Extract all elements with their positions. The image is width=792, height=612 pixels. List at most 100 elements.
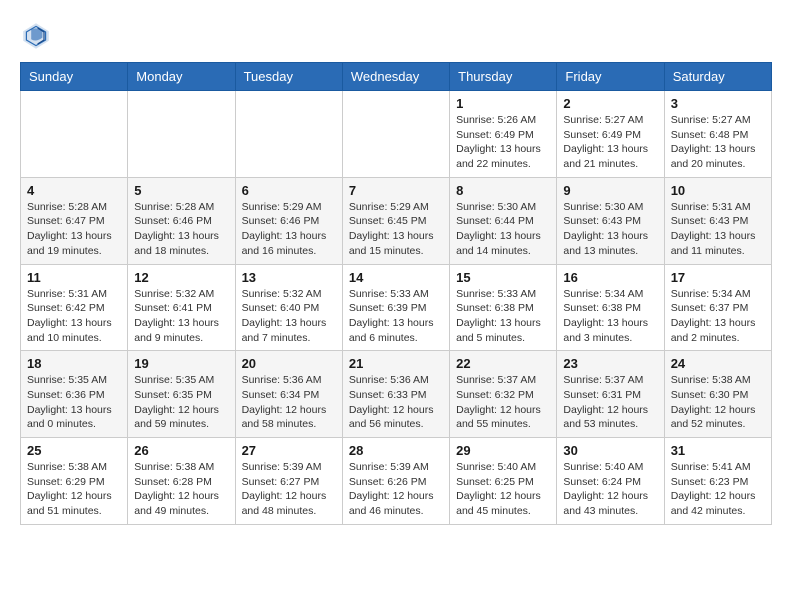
calendar-cell: 19 Sunrise: 5:35 AM Sunset: 6:35 PM Dayli…: [128, 351, 235, 438]
day-number: 25: [27, 443, 121, 458]
day-number: 16: [563, 270, 657, 285]
day-number: 7: [349, 183, 443, 198]
day-number: 17: [671, 270, 765, 285]
day-number: 3: [671, 96, 765, 111]
day-info: Sunrise: 5:31 AM Sunset: 6:43 PM Dayligh…: [671, 200, 765, 259]
calendar-cell: 12 Sunrise: 5:32 AM Sunset: 6:41 PM Dayli…: [128, 264, 235, 351]
day-info: Sunrise: 5:36 AM Sunset: 6:34 PM Dayligh…: [242, 373, 336, 432]
calendar-cell: [235, 91, 342, 178]
day-number: 8: [456, 183, 550, 198]
calendar-week-5: 25 Sunrise: 5:38 AM Sunset: 6:29 PM Dayli…: [21, 438, 772, 525]
day-info: Sunrise: 5:36 AM Sunset: 6:33 PM Dayligh…: [349, 373, 443, 432]
day-info: Sunrise: 5:27 AM Sunset: 6:48 PM Dayligh…: [671, 113, 765, 172]
calendar-cell: 4Sunrise: 5:28 AM Sunset: 6:47 PM Daylig…: [21, 177, 128, 264]
day-info: Sunrise: 5:28 AM Sunset: 6:47 PM Dayligh…: [27, 200, 121, 259]
day-info: Sunrise: 5:37 AM Sunset: 6:32 PM Dayligh…: [456, 373, 550, 432]
weekday-header-saturday: Saturday: [664, 63, 771, 91]
weekday-header-wednesday: Wednesday: [342, 63, 449, 91]
calendar-cell: 23 Sunrise: 5:37 AM Sunset: 6:31 PM Dayli…: [557, 351, 664, 438]
day-number: 5: [134, 183, 228, 198]
weekday-header-thursday: Thursday: [450, 63, 557, 91]
day-info: Sunrise: 5:27 AM Sunset: 6:49 PM Dayligh…: [563, 113, 657, 172]
calendar-body: 1 Sunrise: 5:26 AM Sunset: 6:49 PM Daylig…: [21, 91, 772, 525]
day-number: 15: [456, 270, 550, 285]
calendar-cell: 17 Sunrise: 5:34 AM Sunset: 6:37 PM Dayli…: [664, 264, 771, 351]
day-number: 13: [242, 270, 336, 285]
day-number: 21: [349, 356, 443, 371]
day-number: 12: [134, 270, 228, 285]
calendar-cell: 14 Sunrise: 5:33 AM Sunset: 6:39 PM Dayli…: [342, 264, 449, 351]
weekday-header-sunday: Sunday: [21, 63, 128, 91]
day-number: 28: [349, 443, 443, 458]
day-info: Sunrise: 5:38 AM Sunset: 6:28 PM Dayligh…: [134, 460, 228, 519]
day-info: Sunrise: 5:39 AM Sunset: 6:26 PM Dayligh…: [349, 460, 443, 519]
calendar-header: SundayMondayTuesdayWednesdayThursdayFrid…: [21, 63, 772, 91]
calendar-cell: 9 Sunrise: 5:30 AM Sunset: 6:43 PM Daylig…: [557, 177, 664, 264]
calendar-cell: 24Sunrise: 5:38 AM Sunset: 6:30 PM Dayli…: [664, 351, 771, 438]
calendar-cell: 8 Sunrise: 5:30 AM Sunset: 6:44 PM Daylig…: [450, 177, 557, 264]
calendar-cell: 2 Sunrise: 5:27 AM Sunset: 6:49 PM Daylig…: [557, 91, 664, 178]
day-info: Sunrise: 5:38 AM Sunset: 6:29 PM Dayligh…: [27, 460, 121, 519]
day-info: Sunrise: 5:33 AM Sunset: 6:39 PM Dayligh…: [349, 287, 443, 346]
day-number: 24: [671, 356, 765, 371]
day-info: Sunrise: 5:34 AM Sunset: 6:38 PM Dayligh…: [563, 287, 657, 346]
day-number: 27: [242, 443, 336, 458]
weekday-header-row: SundayMondayTuesdayWednesdayThursdayFrid…: [21, 63, 772, 91]
calendar-cell: 25 Sunrise: 5:38 AM Sunset: 6:29 PM Dayli…: [21, 438, 128, 525]
day-number: 18: [27, 356, 121, 371]
calendar-cell: 26 Sunrise: 5:38 AM Sunset: 6:28 PM Dayli…: [128, 438, 235, 525]
day-info: Sunrise: 5:28 AM Sunset: 6:46 PM Dayligh…: [134, 200, 228, 259]
calendar-cell: 5 Sunrise: 5:28 AM Sunset: 6:46 PM Daylig…: [128, 177, 235, 264]
logo-icon: [20, 20, 52, 52]
calendar-table: SundayMondayTuesdayWednesdayThursdayFrid…: [20, 62, 772, 525]
day-info: Sunrise: 5:35 AM Sunset: 6:36 PM Dayligh…: [27, 373, 121, 432]
calendar-cell: 1 Sunrise: 5:26 AM Sunset: 6:49 PM Daylig…: [450, 91, 557, 178]
weekday-header-friday: Friday: [557, 63, 664, 91]
day-info: Sunrise: 5:29 AM Sunset: 6:45 PM Dayligh…: [349, 200, 443, 259]
day-number: 10: [671, 183, 765, 198]
calendar-week-4: 18 Sunrise: 5:35 AM Sunset: 6:36 PM Dayli…: [21, 351, 772, 438]
calendar-cell: [128, 91, 235, 178]
day-info: Sunrise: 5:35 AM Sunset: 6:35 PM Dayligh…: [134, 373, 228, 432]
calendar-week-1: 1 Sunrise: 5:26 AM Sunset: 6:49 PM Daylig…: [21, 91, 772, 178]
day-info: Sunrise: 5:29 AM Sunset: 6:46 PM Dayligh…: [242, 200, 336, 259]
logo: [20, 20, 56, 52]
day-info: Sunrise: 5:34 AM Sunset: 6:37 PM Dayligh…: [671, 287, 765, 346]
day-info: Sunrise: 5:30 AM Sunset: 6:44 PM Dayligh…: [456, 200, 550, 259]
calendar-cell: 7 Sunrise: 5:29 AM Sunset: 6:45 PM Daylig…: [342, 177, 449, 264]
day-info: Sunrise: 5:32 AM Sunset: 6:40 PM Dayligh…: [242, 287, 336, 346]
calendar-cell: 30Sunrise: 5:40 AM Sunset: 6:24 PM Dayli…: [557, 438, 664, 525]
weekday-header-monday: Monday: [128, 63, 235, 91]
day-info: Sunrise: 5:32 AM Sunset: 6:41 PM Dayligh…: [134, 287, 228, 346]
calendar-cell: 13 Sunrise: 5:32 AM Sunset: 6:40 PM Dayli…: [235, 264, 342, 351]
day-number: 26: [134, 443, 228, 458]
calendar-cell: 3 Sunrise: 5:27 AM Sunset: 6:48 PM Daylig…: [664, 91, 771, 178]
day-info: Sunrise: 5:31 AM Sunset: 6:42 PM Dayligh…: [27, 287, 121, 346]
weekday-header-tuesday: Tuesday: [235, 63, 342, 91]
day-info: Sunrise: 5:26 AM Sunset: 6:49 PM Dayligh…: [456, 113, 550, 172]
calendar-cell: 16 Sunrise: 5:34 AM Sunset: 6:38 PM Dayli…: [557, 264, 664, 351]
calendar-cell: 22 Sunrise: 5:37 AM Sunset: 6:32 PM Dayli…: [450, 351, 557, 438]
day-number: 9: [563, 183, 657, 198]
calendar-cell: [21, 91, 128, 178]
day-number: 31: [671, 443, 765, 458]
day-number: 14: [349, 270, 443, 285]
calendar-cell: [342, 91, 449, 178]
calendar-cell: 28 Sunrise: 5:39 AM Sunset: 6:26 PM Dayli…: [342, 438, 449, 525]
calendar-cell: 11Sunrise: 5:31 AM Sunset: 6:42 PM Dayli…: [21, 264, 128, 351]
day-info: Sunrise: 5:37 AM Sunset: 6:31 PM Dayligh…: [563, 373, 657, 432]
day-number: 30: [563, 443, 657, 458]
day-number: 23: [563, 356, 657, 371]
calendar-cell: 31 Sunrise: 5:41 AM Sunset: 6:23 PM Dayli…: [664, 438, 771, 525]
calendar-week-3: 11Sunrise: 5:31 AM Sunset: 6:42 PM Dayli…: [21, 264, 772, 351]
calendar-week-2: 4Sunrise: 5:28 AM Sunset: 6:47 PM Daylig…: [21, 177, 772, 264]
day-info: Sunrise: 5:41 AM Sunset: 6:23 PM Dayligh…: [671, 460, 765, 519]
day-number: 19: [134, 356, 228, 371]
day-number: 22: [456, 356, 550, 371]
day-number: 2: [563, 96, 657, 111]
calendar-cell: 20 Sunrise: 5:36 AM Sunset: 6:34 PM Dayli…: [235, 351, 342, 438]
day-info: Sunrise: 5:30 AM Sunset: 6:43 PM Dayligh…: [563, 200, 657, 259]
day-number: 1: [456, 96, 550, 111]
day-number: 20: [242, 356, 336, 371]
day-number: 29: [456, 443, 550, 458]
